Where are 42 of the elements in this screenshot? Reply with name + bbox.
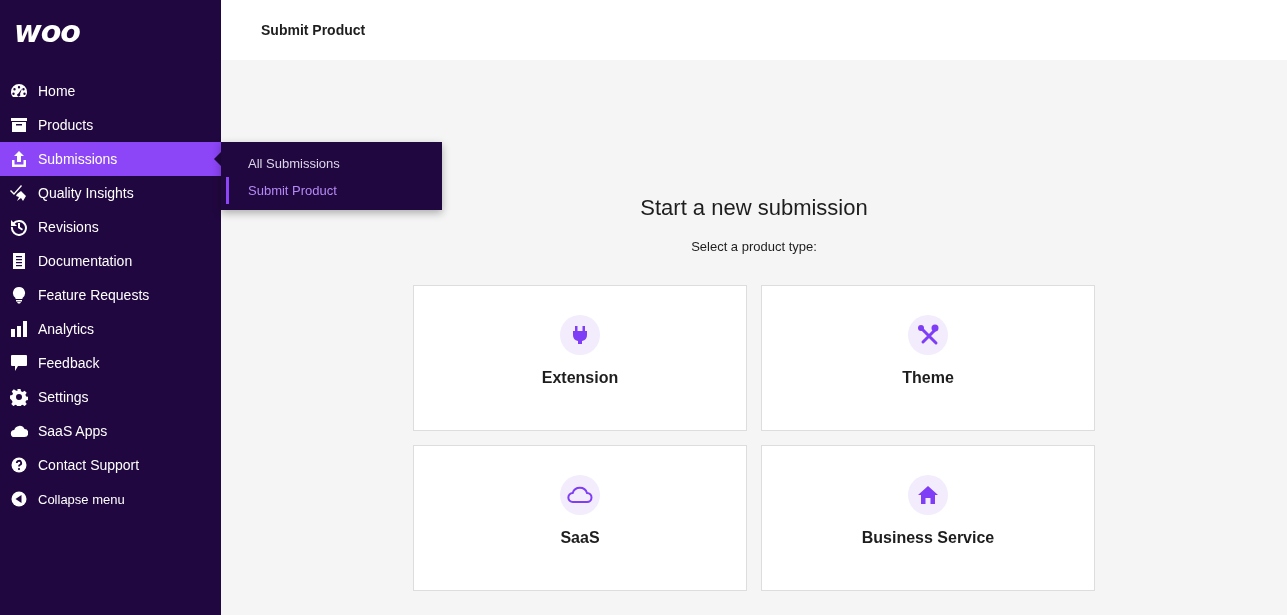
- nav-item[interactable]: Submissions: [0, 142, 221, 176]
- box-icon: [10, 117, 28, 133]
- card-title: Theme: [902, 369, 954, 387]
- document-icon: [11, 252, 27, 270]
- nav-item[interactable]: SaaS Apps: [0, 414, 221, 448]
- card-title: Business Service: [861, 529, 995, 547]
- card-title: Extension: [541, 369, 619, 387]
- nav-item[interactable]: Feedback: [0, 346, 221, 380]
- product-type-card[interactable]: Business Service: [761, 445, 1095, 591]
- product-type-card[interactable]: Extension: [413, 285, 747, 431]
- card-title: SaaS: [560, 529, 600, 547]
- settings-icon: [10, 388, 28, 406]
- house-icon: [917, 485, 939, 505]
- nav-item[interactable]: Settings: [0, 380, 221, 414]
- dashboard-icon: [10, 83, 28, 99]
- bar-chart-icon: [10, 321, 28, 337]
- instruction-text: Select a product type:: [691, 239, 817, 254]
- logo[interactable]: woo: [14, 17, 80, 47]
- submenu-item[interactable]: Submit Product: [226, 177, 337, 204]
- collapse-menu-button[interactable]: Collapse menu: [0, 482, 221, 516]
- product-type-card[interactable]: Theme: [761, 285, 1095, 431]
- cloud-icon: [567, 486, 593, 504]
- nav-item[interactable]: Feature Requests: [0, 278, 221, 312]
- section-heading: Start a new submission: [640, 195, 868, 221]
- nav-item[interactable]: Home: [0, 74, 221, 108]
- cloud-icon: [10, 424, 28, 438]
- tools-icon: [917, 324, 939, 346]
- history-icon: [10, 218, 28, 236]
- help-icon: [11, 457, 27, 473]
- nav-item[interactable]: Quality Insights: [0, 176, 221, 210]
- upload-icon: [10, 150, 28, 168]
- page-title: Submit Product: [261, 22, 366, 38]
- plug-icon: [572, 325, 588, 345]
- nav-item[interactable]: Revisions: [0, 210, 221, 244]
- nav-item[interactable]: Products: [0, 108, 221, 142]
- nav-item[interactable]: Documentation: [0, 244, 221, 278]
- nav-item[interactable]: Analytics: [0, 312, 221, 346]
- submenu-item[interactable]: All Submissions: [226, 150, 340, 177]
- lightbulb-icon: [12, 286, 26, 304]
- product-type-card[interactable]: SaaS: [413, 445, 747, 591]
- nav-item[interactable]: Contact Support: [0, 448, 221, 482]
- speech-bubble-icon: [10, 354, 28, 372]
